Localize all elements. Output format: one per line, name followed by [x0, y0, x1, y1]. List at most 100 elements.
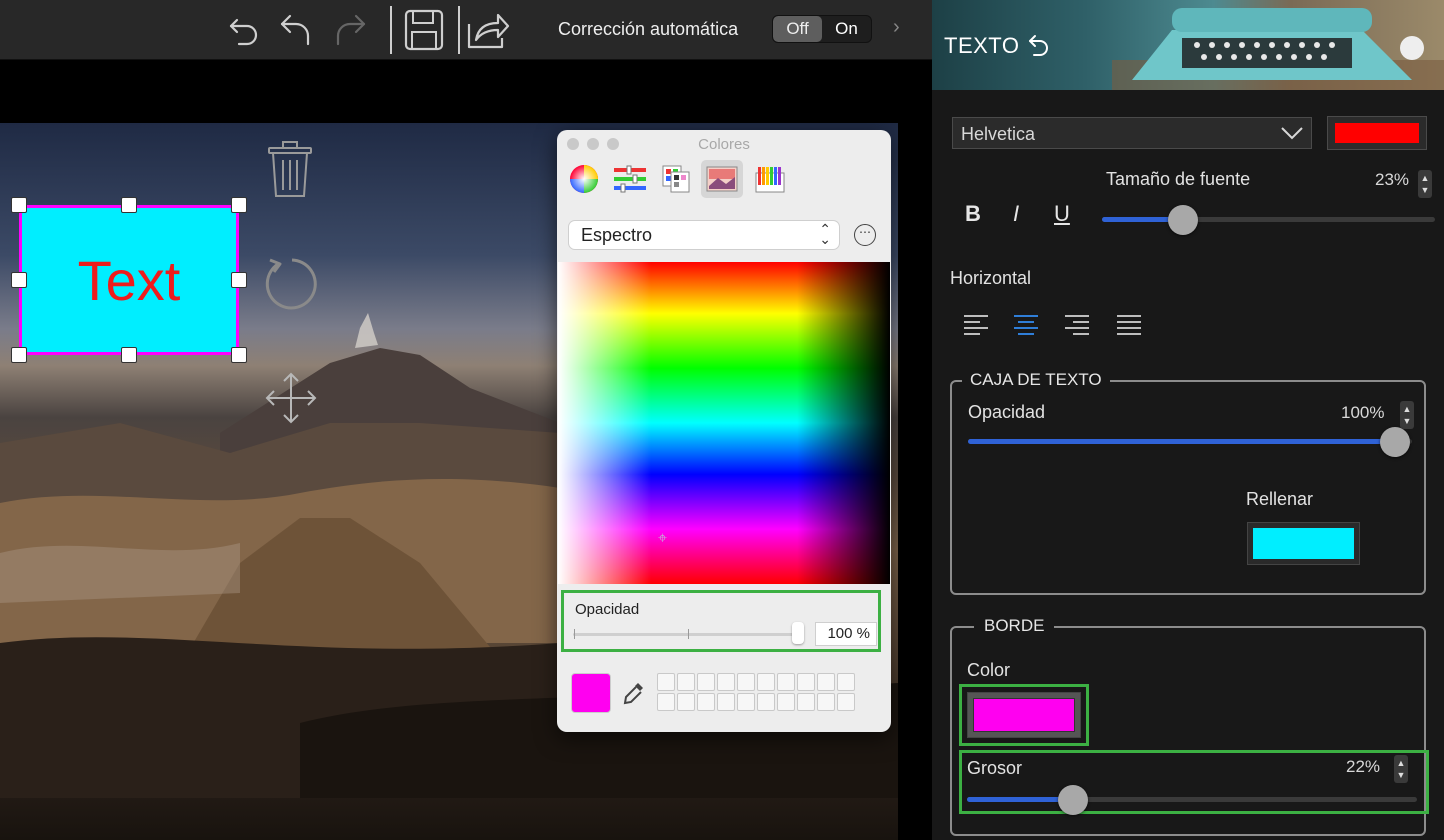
color-well[interactable] — [677, 693, 695, 711]
palette-mode-value: Espectro — [581, 224, 653, 245]
eyedropper-icon[interactable] — [623, 681, 645, 710]
opacity-value-field[interactable]: 100 % — [815, 622, 877, 646]
color-wheel-icon[interactable] — [563, 160, 605, 198]
resize-handle[interactable] — [121, 347, 137, 363]
thickness-slider-thumb[interactable] — [1058, 785, 1088, 815]
underline-button[interactable]: U — [1054, 201, 1070, 227]
color-spectrum[interactable] — [558, 262, 890, 584]
more-options-icon[interactable]: ⋯ — [854, 224, 876, 246]
color-well[interactable] — [717, 673, 735, 691]
color-well[interactable] — [797, 693, 815, 711]
color-well[interactable] — [817, 693, 835, 711]
colors-panel-title: Colores — [698, 136, 750, 153]
color-well[interactable] — [697, 693, 715, 711]
toolbar-separator — [458, 6, 460, 54]
thickness-label: Grosor — [967, 758, 1023, 778]
autocorrect-label: Corrección automática — [558, 19, 739, 39]
redo-icon[interactable] — [328, 8, 372, 52]
undo-icon[interactable] — [222, 8, 266, 52]
color-well[interactable] — [837, 693, 855, 711]
align-center-icon[interactable] — [1012, 312, 1040, 338]
palette-mode-select[interactable]: Espectro ⌃ ⌄ — [569, 221, 839, 249]
fill-color-swatch[interactable] — [1247, 522, 1360, 565]
resize-handle[interactable] — [231, 197, 247, 213]
align-left-icon[interactable] — [962, 312, 990, 338]
chevron-updown-icon: ⌃ ⌄ — [819, 221, 831, 247]
color-well[interactable] — [657, 693, 675, 711]
share-icon[interactable] — [466, 8, 510, 52]
resize-handle[interactable] — [11, 272, 27, 288]
text-properties-panel: TEXTO Helvetica Tamaño de fuente 23% ▲ ▼ … — [932, 0, 1444, 840]
color-well[interactable] — [777, 673, 795, 691]
opacity-slider-thumb[interactable] — [792, 622, 804, 644]
resize-handle[interactable] — [231, 272, 247, 288]
resize-handle[interactable] — [121, 197, 137, 213]
border-color-fill — [973, 698, 1075, 732]
font-family-select[interactable]: Helvetica — [952, 117, 1312, 149]
color-well[interactable] — [677, 673, 695, 691]
align-right-icon[interactable] — [1063, 312, 1091, 338]
color-well[interactable] — [777, 693, 795, 711]
color-well[interactable] — [757, 673, 775, 691]
colors-panel: Colores Espectro ⌃ ⌄ ⋯ ⌖ Opacidad 100 % — [557, 130, 891, 732]
chevron-right-icon[interactable]: › — [893, 16, 900, 39]
thickness-value: 22% — [1346, 757, 1381, 776]
color-well[interactable] — [737, 673, 755, 691]
toggle-off-option[interactable]: Off — [773, 16, 822, 42]
resize-handle[interactable] — [11, 347, 27, 363]
autocorrect-toggle[interactable]: Off On — [772, 15, 872, 43]
text-box-content[interactable]: Text — [78, 248, 181, 313]
color-palettes-icon[interactable] — [655, 160, 697, 198]
color-well[interactable] — [717, 693, 735, 711]
color-well[interactable] — [837, 673, 855, 691]
color-well[interactable] — [757, 693, 775, 711]
text-box[interactable]: Text — [19, 205, 239, 355]
slider-fill — [967, 797, 1067, 802]
reset-icon[interactable] — [1028, 32, 1050, 61]
crayons-icon[interactable] — [749, 160, 791, 198]
font-color-fill — [1335, 123, 1419, 143]
resize-handle[interactable] — [231, 347, 247, 363]
rotate-icon[interactable] — [262, 254, 322, 319]
save-icon[interactable] — [402, 8, 446, 52]
slider-tick — [688, 629, 689, 639]
bold-button[interactable]: B — [965, 201, 981, 227]
color-sliders-icon[interactable] — [609, 160, 651, 198]
slider-tick — [574, 629, 575, 639]
color-wells — [657, 673, 855, 711]
align-justify-icon[interactable] — [1115, 312, 1143, 338]
thickness-stepper[interactable]: ▲ ▼ — [1394, 755, 1408, 783]
italic-button[interactable]: I — [1013, 201, 1019, 227]
font-color-swatch[interactable] — [1327, 116, 1427, 150]
font-size-stepper[interactable]: ▲ ▼ — [1418, 170, 1432, 198]
image-palettes-icon[interactable] — [701, 160, 743, 198]
textbox-opacity-stepper[interactable]: ▲ ▼ — [1400, 401, 1414, 429]
move-icon[interactable] — [264, 371, 318, 430]
textbox-opacity-slider-thumb[interactable] — [1380, 427, 1410, 457]
border-color-swatch[interactable] — [967, 692, 1081, 738]
chevron-down-icon — [1279, 121, 1305, 148]
textbox-opacity-value: 100% — [1341, 403, 1385, 422]
color-well[interactable] — [817, 673, 835, 691]
font-size-slider[interactable] — [1102, 217, 1435, 222]
font-size-value: 23% — [1375, 170, 1410, 189]
toolbar-separator — [390, 6, 392, 54]
opacity-slider[interactable] — [573, 633, 801, 636]
resize-handle[interactable] — [11, 197, 27, 213]
font-size-slider-thumb[interactable] — [1168, 205, 1198, 235]
color-well[interactable] — [697, 673, 715, 691]
toggle-on-option[interactable]: On — [822, 16, 871, 42]
current-color-swatch[interactable] — [571, 673, 611, 713]
trash-icon[interactable] — [266, 140, 314, 205]
color-well[interactable] — [797, 673, 815, 691]
undo-all-icon[interactable] — [274, 8, 318, 52]
opacity-highlight: Opacidad 100 % — [561, 590, 881, 652]
font-family-value: Helvetica — [961, 124, 1036, 144]
thickness-slider[interactable] — [967, 797, 1417, 802]
textbox-opacity-slider[interactable] — [968, 439, 1412, 444]
typewriter-banner: TEXTO — [932, 0, 1444, 90]
color-well[interactable] — [657, 673, 675, 691]
slider-fill — [968, 439, 1400, 444]
color-well[interactable] — [737, 693, 755, 711]
fill-label: Rellenar — [1246, 489, 1314, 509]
